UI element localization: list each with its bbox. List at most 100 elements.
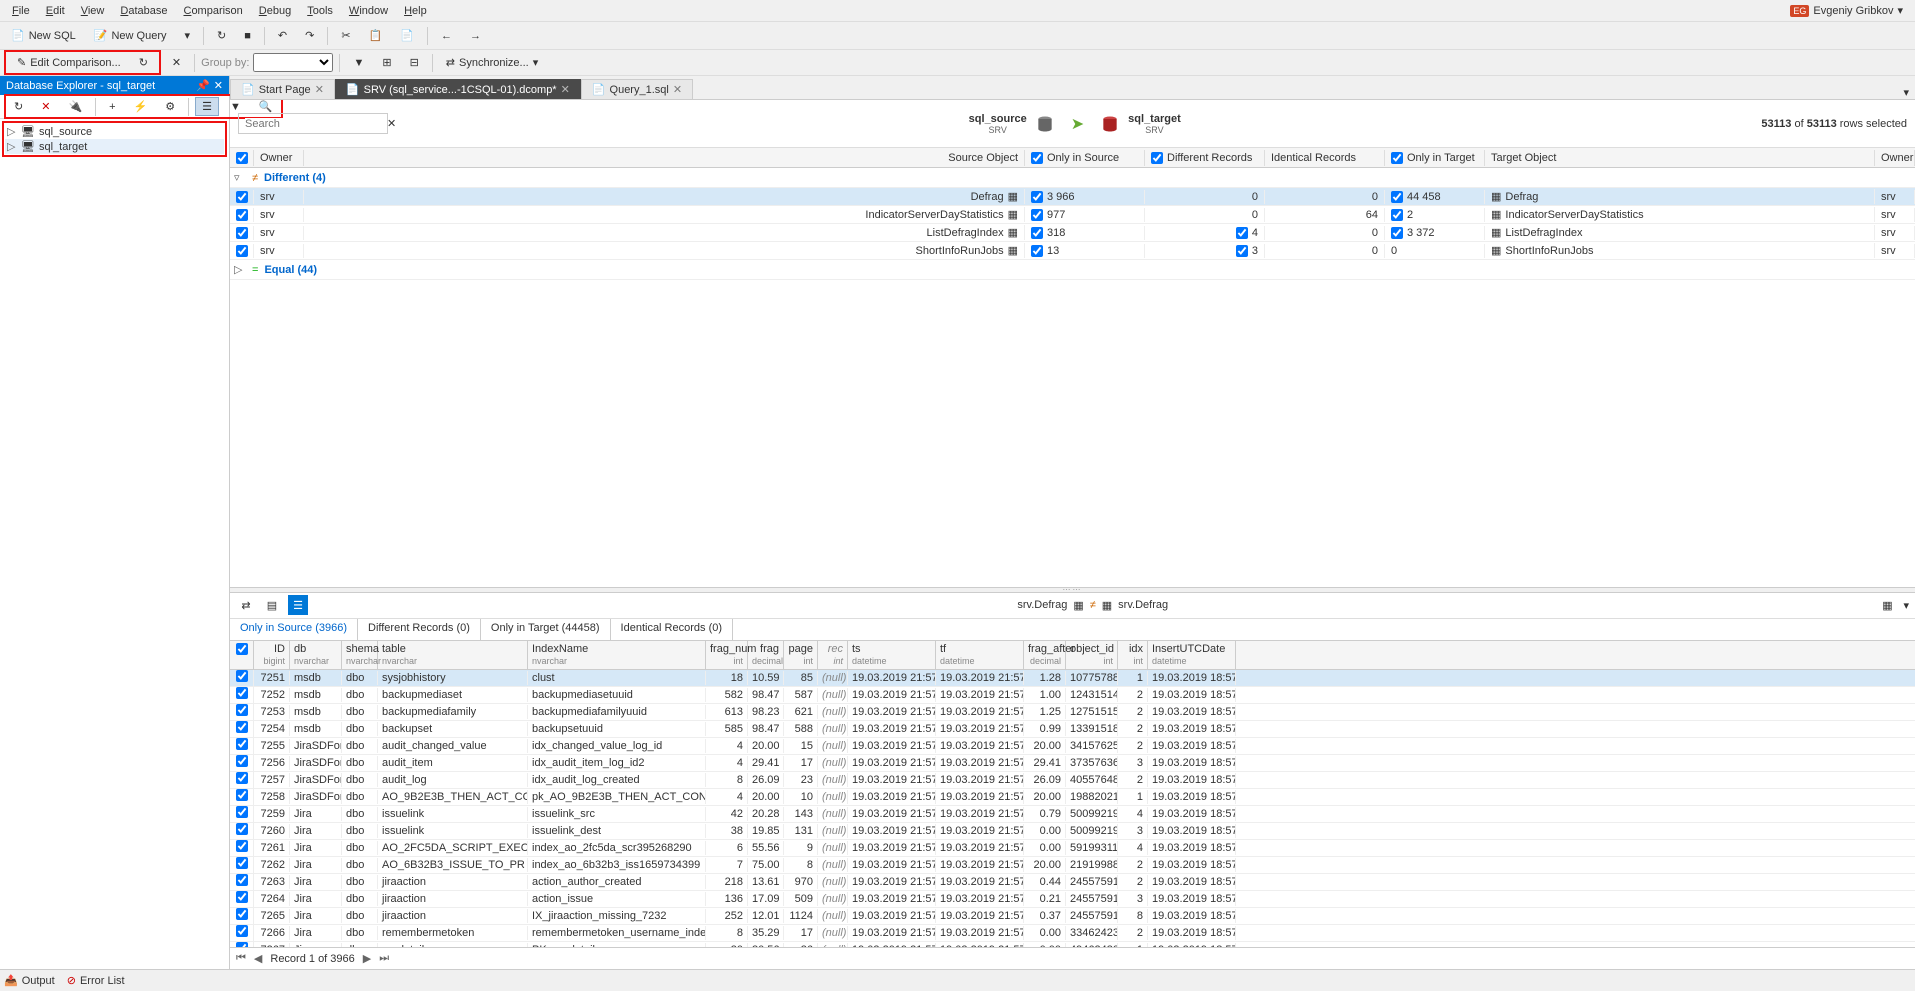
col-db[interactable]: dbnvarchar [290,641,342,669]
row-checkbox[interactable] [236,789,248,801]
menu-tools[interactable]: Tools [299,3,341,19]
col-rec[interactable]: recint [818,641,848,669]
new-sql-button[interactable]: 📄New SQL [4,26,83,45]
output-tab[interactable]: 📤Output [4,974,55,987]
menu-window[interactable]: Window [341,3,396,19]
delete-tree-button[interactable]: ✕ [34,97,57,116]
col-only-source[interactable]: Only in Source [1025,150,1145,166]
row-checkbox[interactable] [236,925,248,937]
row-checkbox[interactable] [236,209,248,221]
new-conn-button[interactable]: + [102,98,122,116]
close-tab-icon[interactable]: ✕ [561,83,570,96]
comparison-row[interactable]: srvShortInfoRunJobs ▦ 13 300▦ ShortInfoR… [230,242,1915,260]
tree-view-button[interactable]: ☰ [195,97,219,116]
menu-database[interactable]: Database [112,3,175,19]
col-frag_num[interactable]: frag_numint [706,641,748,669]
row-checkbox[interactable] [236,891,248,903]
detail-tab[interactable]: Different Records (0) [358,619,481,640]
expand-button[interactable]: ⊞ [375,53,398,72]
comparison-row[interactable]: srvDefrag ▦ 3 96600 44 458▦ Defragsrv [230,188,1915,206]
menu-help[interactable]: Help [396,3,435,19]
col-page[interactable]: pageint [784,641,818,669]
collapse-icon[interactable]: ▿ [234,171,246,184]
row-checkbox[interactable] [236,840,248,852]
menu-view[interactable]: View [73,3,113,19]
detail-row[interactable]: 7258JiraSDFortisdboAO_9B2E3B_THEN_ACT_CO… [230,789,1915,806]
group-different[interactable]: ▿ ≠ Different (4) [230,168,1915,188]
row-checkbox[interactable] [236,874,248,886]
search-box[interactable]: ✕ [238,113,388,134]
select-all-detail[interactable] [236,643,248,655]
col-ts[interactable]: tsdatetime [848,641,936,669]
detail-row[interactable]: 7255JiraSDFortisdboaudit_changed_valueid… [230,738,1915,755]
group-equal[interactable]: ▷ = Equal (44) [230,260,1915,280]
redo-button[interactable]: ↷ [298,26,321,45]
error-list-tab[interactable]: ⊘Error List [67,974,125,987]
detail-row[interactable]: 7251msdbdbosysjobhistoryclust1810.5985(n… [230,670,1915,687]
filter-tree-button[interactable]: ⚡ [127,97,155,116]
comparison-row[interactable]: srvListDefragIndex ▦ 318 40 3 372▦ ListD… [230,224,1915,242]
prev-record-button[interactable]: ◀ [254,952,262,965]
refresh-tree-button[interactable]: ↻ [7,97,30,116]
col-idx[interactable]: idxint [1118,641,1148,669]
col-ID[interactable]: IDbigint [254,641,290,669]
stop-button[interactable]: ■ [237,27,258,45]
connect-button[interactable]: 🔌 [61,97,89,116]
col-shema[interactable]: shemanvarchar [342,641,378,669]
columns-view-button[interactable]: ▤ [262,595,282,615]
row-checkbox[interactable] [236,245,248,257]
row-checkbox[interactable] [236,738,248,750]
detail-row[interactable]: 7267JiradborundetailsPK_rundetails3080.5… [230,942,1915,948]
filter-button[interactable]: ▼ [346,54,371,72]
search-input[interactable] [245,118,387,130]
close-tab-button[interactable]: ✕ [165,53,188,72]
swap-icon[interactable]: ⇄ [236,595,256,615]
col-different-records[interactable]: Different Records [1145,150,1265,166]
close-tab-icon[interactable]: ✕ [315,83,324,96]
row-checkbox[interactable] [236,942,248,947]
dropdown-icon[interactable]: ▾ [1903,599,1909,612]
tree-item-sql-source[interactable]: ▷ 🖥 sql_source [5,124,224,139]
row-checkbox[interactable] [236,772,248,784]
edit-comparison-button[interactable]: ✎Edit Comparison... [10,53,128,72]
tree-opt-button[interactable]: ⚙ [158,97,182,116]
forward-button[interactable]: → [463,27,488,45]
grid-options-button[interactable]: ▦ [1877,595,1897,615]
col-table[interactable]: tablenvarchar [378,641,528,669]
next-record-button[interactable]: ▶ [363,952,371,965]
rows-view-button[interactable]: ☰ [288,595,308,615]
col-frag_after[interactable]: frag_afterdecimal [1024,641,1066,669]
detail-row[interactable]: 7262JiradboAO_6B32B3_ISSUE_TO_PRindex_ao… [230,857,1915,874]
detail-row[interactable]: 7252msdbdbobackupmediasetbackupmediasetu… [230,687,1915,704]
detail-row[interactable]: 7256JiraSDFortisdboaudit_itemidx_audit_i… [230,755,1915,772]
row-checkbox[interactable] [236,670,248,682]
row-checkbox[interactable] [236,908,248,920]
col-only-target[interactable]: Only in Target [1385,150,1485,166]
detail-row[interactable]: 7253msdbdbobackupmediafamilybackupmediaf… [230,704,1915,721]
synchronize-button[interactable]: ⇄Synchronize...▾ [439,53,545,72]
new-query-button[interactable]: 📝New Query [87,26,174,45]
cut-button[interactable]: ✂ [334,26,357,45]
row-checkbox[interactable] [236,227,248,239]
doc-tab[interactable]: 📄SRV (sql_service...-1CSQL-01).dcomp*✕ [335,79,581,99]
detail-row[interactable]: 7257JiraSDFortisdboaudit_logidx_audit_lo… [230,772,1915,789]
close-tab-icon[interactable]: ✕ [673,83,682,96]
row-checkbox[interactable] [236,721,248,733]
clear-search-icon[interactable]: ✕ [387,117,396,130]
first-record-button[interactable]: ⏮ [236,952,246,965]
detail-row[interactable]: 7265JiradbojiraactionIX_jiraaction_missi… [230,908,1915,925]
undo-button[interactable]: ↶ [271,26,294,45]
menu-file[interactable]: File [4,3,38,19]
col-frag[interactable]: fragdecimal [748,641,784,669]
dropdown-button[interactable]: ▾ [178,26,198,45]
collapse-button[interactable]: ⊟ [403,53,426,72]
back-button[interactable]: ← [434,27,459,45]
close-icon[interactable]: ✕ [214,79,223,92]
detail-row[interactable]: 7261JiradboAO_2FC5DA_SCRIPT_EXECUTIONind… [230,840,1915,857]
detail-row[interactable]: 7266Jiradboremembermetokenremembermetoke… [230,925,1915,942]
detail-row[interactable]: 7260Jiradboissuelinkissuelink_dest3819.8… [230,823,1915,840]
group-by-select[interactable] [253,53,333,72]
menu-debug[interactable]: Debug [251,3,299,19]
col-source-object[interactable]: Source Object [304,150,1025,166]
expand-icon[interactable]: ▷ [234,263,246,276]
